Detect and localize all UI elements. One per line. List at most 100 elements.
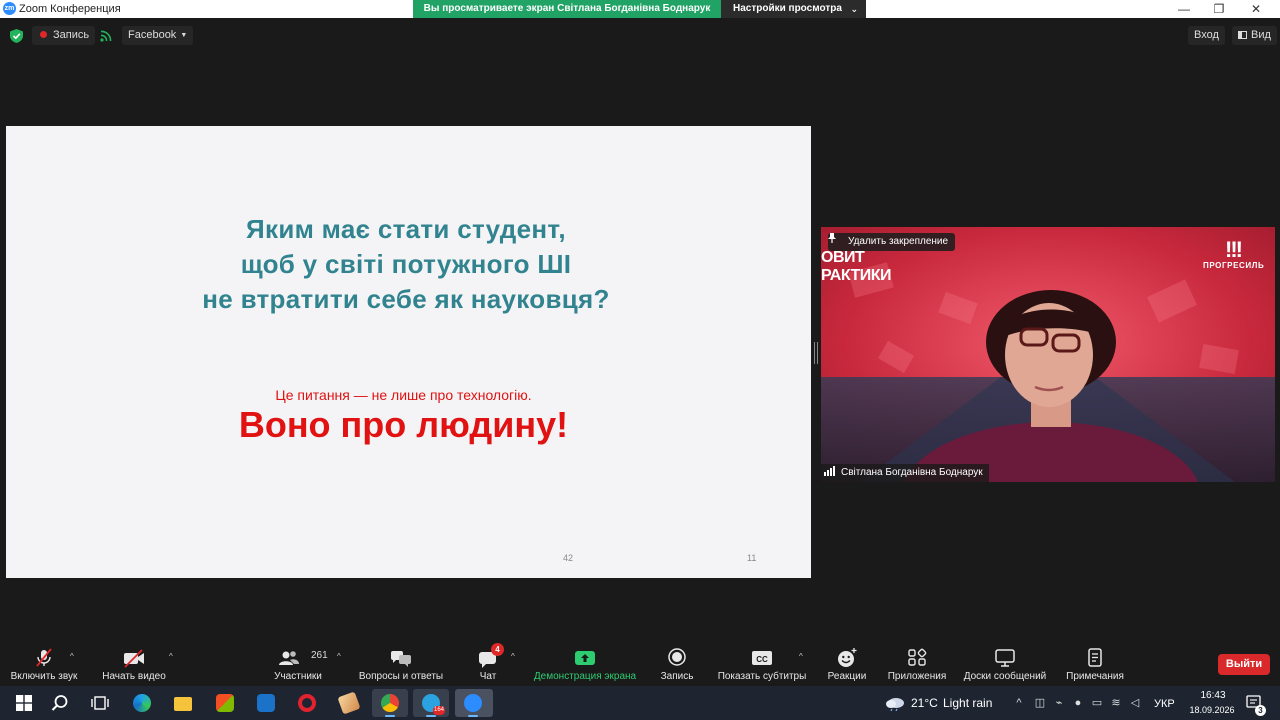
taskbar-mail[interactable] bbox=[248, 689, 284, 717]
clock-time[interactable]: 16:43 bbox=[1190, 690, 1236, 701]
windows-taskbar: 164 21°C Light rain bbox=[0, 686, 1280, 720]
taskbar-store[interactable] bbox=[207, 689, 243, 717]
title-bar: zm Zoom Конференция Вы просматриваете эк… bbox=[0, 0, 1280, 18]
record-dot-icon bbox=[40, 31, 47, 38]
view-layout-icon bbox=[1238, 31, 1247, 39]
minimize-button[interactable]: — bbox=[1166, 0, 1202, 18]
notes-button[interactable]: Примечания bbox=[1060, 640, 1130, 686]
participant-video[interactable]: ОВИТ РАКТИКИ !!! ПРОГРЕСИЛЬ Удалить закр… bbox=[821, 227, 1275, 482]
captions-button[interactable]: CC Показать субтитры bbox=[714, 640, 810, 686]
tray-meet-icon[interactable]: ◫ bbox=[1033, 696, 1047, 710]
whiteboards-button[interactable]: Доски сообщений bbox=[958, 640, 1052, 686]
task-view-button[interactable] bbox=[82, 689, 118, 717]
start-button[interactable] bbox=[6, 689, 42, 717]
zoom-icon bbox=[464, 694, 482, 712]
start-video-label: Начать видео bbox=[102, 671, 166, 682]
unpin-label: Удалить закрепление bbox=[848, 236, 949, 247]
close-button[interactable]: ✕ bbox=[1238, 0, 1274, 18]
reactions-label: Реакции bbox=[827, 671, 867, 682]
chrome-icon bbox=[381, 694, 399, 712]
record-button[interactable]: Запись bbox=[652, 640, 702, 686]
captions-label: Показать субтитры bbox=[717, 671, 807, 682]
record-icon bbox=[668, 648, 686, 666]
slide-page-number-a: 42 bbox=[563, 553, 574, 563]
inkscape-icon bbox=[337, 691, 361, 715]
question-line-2: щоб у світі потужного ШІ bbox=[240, 249, 572, 279]
whiteboards-label: Доски сообщений bbox=[963, 671, 1047, 682]
tray-display-icon[interactable]: ▭ bbox=[1090, 696, 1104, 710]
view-options-label: Настройки просмотра bbox=[733, 3, 842, 14]
participants-options-caret-icon[interactable]: ^ bbox=[337, 652, 341, 661]
signal-strength-icon bbox=[824, 465, 836, 482]
panel-resize-handle[interactable] bbox=[814, 342, 818, 364]
record-label: Запись bbox=[660, 671, 694, 682]
captions-icon: CC bbox=[752, 651, 772, 665]
recording-indicator[interactable]: Запись bbox=[32, 26, 96, 45]
taskbar-inkscape[interactable] bbox=[331, 689, 367, 717]
tray-network-off-icon[interactable]: ⌁ bbox=[1052, 696, 1066, 710]
captions-options-caret-icon[interactable]: ^ bbox=[799, 652, 803, 661]
live-stream-dropdown[interactable]: Facebook ▼ bbox=[122, 26, 194, 45]
shield-icon[interactable] bbox=[10, 29, 23, 43]
unpin-button[interactable]: Удалить закрепление bbox=[828, 233, 956, 251]
share-screen-button[interactable]: Демонстрация экрана bbox=[528, 640, 642, 686]
taskbar-chrome[interactable] bbox=[372, 689, 408, 717]
file-explorer-icon bbox=[174, 697, 192, 711]
audio-options-caret-icon[interactable]: ^ bbox=[70, 652, 74, 661]
stream-label: Facebook bbox=[128, 29, 177, 41]
reactions-icon bbox=[838, 648, 857, 667]
view-button[interactable]: Вид bbox=[1232, 26, 1277, 45]
whiteboard-icon bbox=[995, 649, 1015, 667]
apps-icon bbox=[908, 648, 927, 666]
weather-description[interactable]: Light rain bbox=[943, 696, 992, 710]
chat-options-caret-icon[interactable]: ^ bbox=[511, 652, 515, 661]
qa-button[interactable]: Вопросы и ответы bbox=[356, 640, 446, 686]
taskbar-edge[interactable] bbox=[124, 689, 160, 717]
microphone-muted-icon bbox=[36, 648, 52, 667]
login-button[interactable]: Вход bbox=[1188, 26, 1225, 45]
shared-screen[interactable]: Яким має стати студент, щоб у світі поту… bbox=[6, 126, 811, 578]
slide-question: Яким має стати студент, щоб у світі поту… bbox=[6, 212, 806, 317]
organizer-logo-mark: !!! bbox=[1225, 237, 1243, 262]
start-video-button[interactable]: Начать видео bbox=[96, 640, 172, 686]
task-view-icon bbox=[91, 696, 109, 710]
leave-meeting-button[interactable]: Выйти bbox=[1218, 654, 1270, 675]
window-title: Zoom Конференция bbox=[19, 3, 121, 15]
reactions-button[interactable]: Реакции bbox=[822, 640, 872, 686]
participants-label: Участники bbox=[274, 671, 322, 682]
question-line-1: Яким має стати студент, bbox=[246, 214, 566, 244]
question-line-3: не втратити себе як науковця? bbox=[202, 284, 610, 314]
tray-overflow-chevron-icon[interactable]: ^ bbox=[1012, 696, 1026, 710]
tray-wifi-icon[interactable]: ≋ bbox=[1109, 696, 1123, 710]
taskbar-opera[interactable] bbox=[289, 689, 325, 717]
live-stream-icon[interactable] bbox=[98, 28, 114, 44]
input-language[interactable]: УКР bbox=[1154, 698, 1175, 710]
view-options-button[interactable]: Настройки просмотра ⌄ bbox=[721, 0, 866, 18]
taskbar-zoom[interactable] bbox=[455, 689, 493, 717]
weather-rain-icon[interactable] bbox=[884, 695, 906, 711]
share-screen-label: Демонстрация экрана bbox=[533, 671, 637, 682]
search-icon bbox=[51, 695, 68, 711]
participants-count: 261 bbox=[311, 650, 328, 661]
tray-microphone-icon[interactable]: ● bbox=[1071, 696, 1085, 710]
apps-button[interactable]: Приложения bbox=[884, 640, 950, 686]
windows-start-icon bbox=[16, 695, 32, 711]
clock-date[interactable]: 18.09.2026 bbox=[1186, 705, 1238, 715]
qa-label: Вопросы и ответы bbox=[358, 671, 444, 682]
taskbar-search-button[interactable] bbox=[42, 689, 78, 717]
tray-volume-icon[interactable]: ◁ bbox=[1128, 696, 1142, 710]
video-options-caret-icon[interactable]: ^ bbox=[169, 652, 173, 661]
taskbar-file-explorer[interactable] bbox=[165, 689, 201, 717]
weather-temperature[interactable]: 21°C bbox=[911, 696, 938, 710]
chat-unread-badge: 4 bbox=[491, 643, 504, 656]
taskbar-telegram[interactable]: 164 bbox=[413, 689, 449, 717]
chat-label: Чат bbox=[479, 671, 497, 682]
organizer-logo-name: ПРОГРЕСИЛЬ bbox=[1203, 261, 1265, 270]
unmute-button[interactable]: Включить звук bbox=[4, 640, 84, 686]
qa-icon bbox=[391, 651, 411, 667]
participant-name: Світлана Богданівна Боднарук bbox=[841, 467, 983, 478]
maximize-button[interactable]: ❐ bbox=[1201, 0, 1237, 18]
slide-page-number-b: 11 bbox=[747, 553, 757, 563]
event-logo-line-1: ОВИТ bbox=[821, 249, 865, 266]
participants-button[interactable]: Участники bbox=[266, 640, 330, 686]
